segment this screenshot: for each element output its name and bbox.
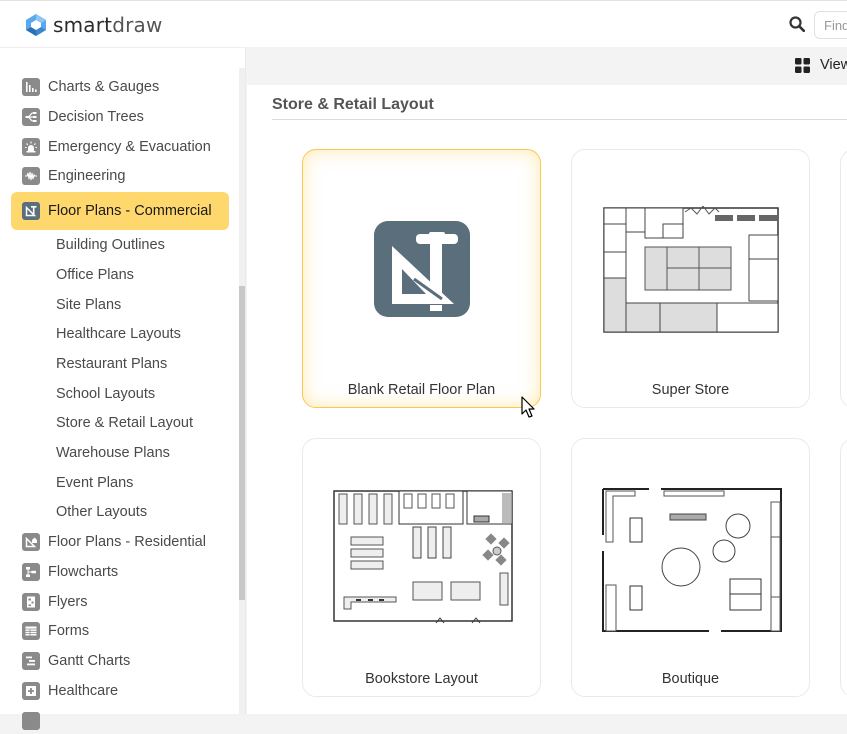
sidebar-item-floor-plans-commercial[interactable]: Floor Plans - Commercial xyxy=(11,192,229,230)
sidebar-scrollbar-thumb[interactable] xyxy=(239,286,245,600)
floor-plan-icon xyxy=(22,202,40,220)
template-card-partial[interactable] xyxy=(840,438,847,697)
sidebar-item-label: Floor Plans - Commercial xyxy=(48,203,212,219)
subcategory-site-plans[interactable]: Site Plans xyxy=(56,294,121,316)
sidebar-item-label: Floor Plans - Residential xyxy=(48,534,206,550)
bookstore-thumbnail xyxy=(333,490,513,624)
search-icon[interactable] xyxy=(789,16,805,32)
sidebar-item-label: Gantt Charts xyxy=(48,653,131,669)
subcategory-office-plans[interactable]: Office Plans xyxy=(56,264,134,286)
subcategory-other-layouts[interactable]: Other Layouts xyxy=(56,501,147,523)
sidebar-item-label: Flyers xyxy=(48,594,88,610)
sidebar-item-flowcharts[interactable]: Flowcharts xyxy=(22,559,118,585)
template-card-label: Boutique xyxy=(661,671,720,687)
subcategory-restaurant-plans[interactable]: Restaurant Plans xyxy=(56,353,167,375)
template-card-label: Super Store xyxy=(651,382,730,398)
sidebar-item-label: Engineering xyxy=(48,168,126,184)
subcategory-store-retail-layout[interactable]: Store & Retail Layout xyxy=(56,412,193,434)
sidebar-item-label: Emergency & Evacuation xyxy=(48,139,211,155)
sidebar-item-engineering[interactable]: Engineering xyxy=(22,163,125,189)
bar-chart-icon xyxy=(22,78,40,96)
category-icon xyxy=(22,712,40,730)
sidebar-item-label: Healthcare xyxy=(48,683,119,699)
template-card-boutique[interactable]: Boutique xyxy=(571,438,810,697)
floor-plan-icon xyxy=(374,221,470,317)
healthcare-icon xyxy=(22,682,40,700)
template-card-bookstore-layout[interactable]: Bookstore Layout xyxy=(302,438,541,697)
template-card-label: Bookstore Layout xyxy=(365,671,478,687)
sidebar-item-label: Forms xyxy=(48,623,90,639)
view-button-label: View xyxy=(820,57,847,73)
subcategory-school-layouts[interactable]: School Layouts xyxy=(56,383,155,405)
top-bar: smartdraw xyxy=(0,0,847,47)
sidebar-item-healthcare[interactable]: Healthcare xyxy=(22,678,118,704)
grid-icon xyxy=(795,57,810,73)
find-input[interactable] xyxy=(814,11,847,39)
section-title: Store & Retail Layout xyxy=(272,96,434,113)
sidebar-item-label: Flowcharts xyxy=(48,564,119,580)
sidebar-item-label: Decision Trees xyxy=(48,109,144,125)
sidebar-item-label: Charts & Gauges xyxy=(48,79,160,95)
sidebar-item-charts-gauges[interactable]: Charts & Gauges xyxy=(22,74,159,100)
subcategory-healthcare-layouts[interactable]: Healthcare Layouts xyxy=(56,323,181,345)
sidebar-item-emergency-evacuation[interactable]: Emergency & Evacuation xyxy=(22,134,211,160)
super-store-thumbnail xyxy=(603,206,779,333)
alarm-icon xyxy=(22,138,40,156)
decision-tree-icon xyxy=(22,108,40,126)
template-card-label: Blank Retail Floor Plan xyxy=(347,382,496,398)
subcategory-building-outlines[interactable]: Building Outlines xyxy=(56,234,165,256)
template-card-super-store[interactable]: Super Store xyxy=(571,149,810,408)
sidebar-item-flyers[interactable]: Flyers xyxy=(22,589,87,615)
section-divider xyxy=(272,119,847,120)
sidebar-item-next-partial[interactable] xyxy=(22,708,48,734)
gantt-icon xyxy=(22,652,40,670)
template-card-blank-retail-floor-plan[interactable]: Blank Retail Floor Plan xyxy=(302,149,541,408)
subcategory-event-plans[interactable]: Event Plans xyxy=(56,472,133,494)
flyer-icon xyxy=(22,593,40,611)
logo-text-light: draw xyxy=(112,13,163,37)
subcategory-warehouse-plans[interactable]: Warehouse Plans xyxy=(56,442,170,464)
sidebar-item-gantt-charts[interactable]: Gantt Charts xyxy=(22,648,130,674)
sidebar-item-floor-plans-residential[interactable]: Floor Plans - Residential xyxy=(22,529,206,555)
boutique-thumbnail xyxy=(602,488,782,632)
flowchart-icon xyxy=(22,563,40,581)
template-card-partial[interactable] xyxy=(840,149,847,408)
form-icon xyxy=(22,622,40,640)
main-toolbar xyxy=(247,47,847,85)
logo-text: smartdraw xyxy=(53,13,163,37)
logo-icon xyxy=(26,14,46,36)
waveform-icon xyxy=(22,167,40,185)
sidebar-item-decision-trees[interactable]: Decision Trees xyxy=(22,104,144,130)
logo-text-bold: smart xyxy=(53,13,113,37)
sidebar-item-forms[interactable]: Forms xyxy=(22,618,89,644)
view-button[interactable]: View xyxy=(795,57,847,73)
residential-plan-icon xyxy=(22,533,40,551)
mouse-cursor-icon xyxy=(521,396,535,418)
smartdraw-logo[interactable]: smartdraw xyxy=(24,13,163,37)
